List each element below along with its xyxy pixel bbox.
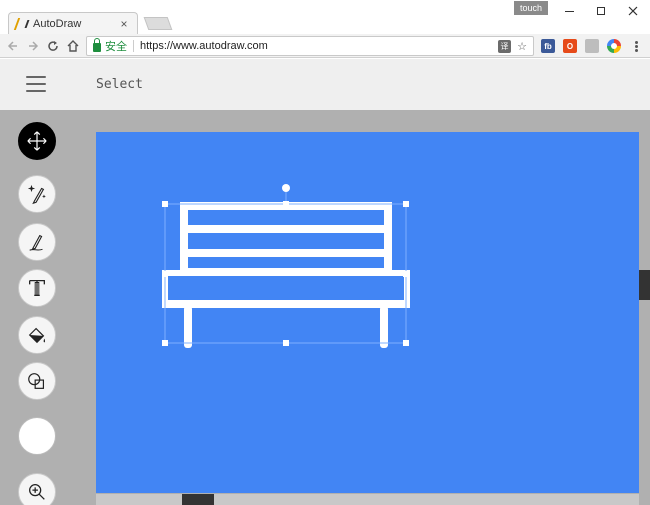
app-header: Select: [0, 59, 650, 110]
color-extension-icon[interactable]: [607, 39, 621, 53]
autodraw-favicon-icon: [15, 18, 27, 30]
home-button[interactable]: [64, 37, 82, 55]
resize-handle: [162, 201, 168, 207]
bench-drawing[interactable]: [96, 132, 639, 493]
close-icon: [628, 6, 638, 16]
move-arrows-icon: [27, 131, 47, 151]
vertical-scroll-thumb[interactable]: [639, 270, 650, 300]
zoom-in-icon: [29, 484, 45, 500]
tab-title: AutoDraw: [33, 17, 82, 30]
autodraw-sparkle-pen-icon: [27, 184, 46, 205]
bench-icon: [162, 202, 410, 348]
horizontal-scroll-thumb[interactable]: [182, 494, 214, 505]
browser-toolbar: 安全 https://www.autodraw.com 译 ☆ fb O: [0, 34, 650, 58]
back-button[interactable]: [4, 37, 22, 55]
resize-handle: [283, 340, 289, 346]
pen-icon: [29, 234, 43, 251]
facebook-extension-icon[interactable]: fb: [541, 39, 555, 53]
hamburger-line: [26, 83, 46, 85]
arrow-left-icon: [7, 41, 17, 51]
browser-menu-button[interactable]: [630, 38, 642, 54]
dot-icon: [634, 40, 638, 44]
resize-handle: [283, 201, 289, 207]
color-picker-button[interactable]: [18, 417, 56, 455]
reload-button[interactable]: [44, 37, 62, 55]
minimize-icon: [564, 10, 574, 12]
office-extension-icon[interactable]: O: [563, 39, 577, 53]
divider: [133, 40, 134, 52]
resize-handle: [403, 271, 409, 277]
star-icon[interactable]: ☆: [514, 38, 530, 54]
tab-close-icon[interactable]: ×: [117, 17, 131, 31]
hamburger-line: [26, 90, 46, 92]
draw-tool-button[interactable]: [18, 223, 56, 261]
address-bar[interactable]: 安全 https://www.autodraw.com 译 ☆: [86, 36, 534, 56]
hamburger-menu-icon[interactable]: [26, 76, 46, 92]
resize-handle: [403, 201, 409, 207]
forward-button[interactable]: [24, 37, 42, 55]
extension-icon[interactable]: [585, 39, 599, 53]
new-tab-button[interactable]: [143, 17, 173, 30]
close-window-button[interactable]: [620, 3, 646, 19]
browser-tab[interactable]: AutoDraw ×: [8, 12, 138, 34]
hamburger-line: [26, 76, 46, 78]
rotate-handle-icon: [282, 184, 290, 192]
horizontal-scroll-track[interactable]: [96, 494, 639, 505]
text-t-icon: [29, 280, 45, 296]
dot-icon: [634, 44, 638, 48]
paint-bucket-icon: [28, 327, 46, 344]
translate-icon[interactable]: 译: [498, 39, 511, 53]
maximize-button[interactable]: [588, 3, 614, 19]
maximize-icon: [597, 7, 605, 15]
move-tool-button[interactable]: [18, 122, 56, 160]
shape-tool-button[interactable]: [18, 362, 56, 400]
home-icon: [67, 40, 79, 52]
mode-label: Select: [96, 77, 143, 92]
browser-titlebar: AutoDraw × touch: [0, 0, 650, 34]
resize-handle: [162, 271, 168, 277]
minimize-button[interactable]: [556, 3, 582, 19]
secure-label: 安全: [105, 41, 127, 53]
shapes-icon: [28, 373, 45, 389]
resize-handle: [403, 340, 409, 346]
touch-badge: touch: [514, 1, 548, 15]
lock-icon: [93, 38, 101, 52]
workspace: [0, 110, 650, 505]
autodraw-tool-button[interactable]: [18, 175, 56, 213]
type-tool-button[interactable]: [18, 269, 56, 307]
arrow-right-icon: [29, 41, 39, 51]
zoom-tool-button[interactable]: [18, 473, 56, 505]
resize-handle: [162, 340, 168, 346]
fill-tool-button[interactable]: [18, 316, 56, 354]
drawing-canvas[interactable]: [96, 132, 639, 493]
url-text[interactable]: https://www.autodraw.com: [140, 40, 498, 52]
reload-icon: [48, 41, 58, 51]
dot-icon: [634, 48, 638, 52]
